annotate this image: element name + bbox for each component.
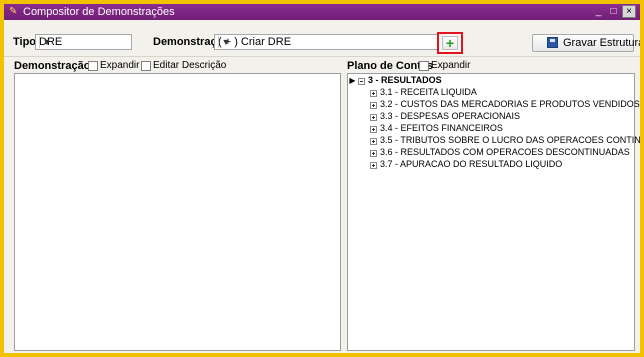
floppy-disk-icon: [547, 37, 558, 48]
tree-item[interactable]: 3.1 - RECEITA LIQUIDA: [348, 87, 634, 99]
tree-item-label: 3.1 - RECEITA LIQUIDA: [380, 87, 477, 97]
window-title: Compositor de Demonstrações: [23, 6, 175, 18]
maximize-button[interactable]: □: [607, 5, 620, 18]
add-button-highlight: +: [437, 32, 463, 54]
tree-root-label: 3 - RESULTADOS: [368, 75, 442, 85]
tree-item-label: 3.3 - DESPESAS OPERACIONAIS: [380, 111, 521, 121]
collapse-icon[interactable]: [358, 78, 365, 85]
tree-item-label: 3.6 - RESULTADOS COM OPERACOES DESCONTIN…: [380, 147, 630, 157]
tree-item[interactable]: 3.4 - EFEITOS FINANCEIROS: [348, 123, 634, 135]
expand-label-left: Expandir: [100, 60, 140, 71]
tree-item-label: 3.7 - APURACAO DO RESULTADO LIQUIDO: [380, 159, 563, 169]
window-controls: _ □ ×: [592, 5, 636, 18]
tipo-select[interactable]: DRE ▼: [35, 34, 132, 50]
tree-item[interactable]: 3.5 - TRIBUTOS SOBRE O LUCRO DAS OPERACO…: [348, 135, 640, 147]
expand-label-right: Expandir: [431, 60, 471, 71]
expand-checkbox-right[interactable]: [419, 61, 429, 71]
left-panel-title: Demonstração: [14, 60, 91, 72]
tree-item[interactable]: 3.7 - APURACAO DO RESULTADO LIQUIDO: [348, 159, 634, 171]
tree-item[interactable]: 3.6 - RESULTADOS COM OPERACOES DESCONTIN…: [348, 147, 634, 159]
expand-icon[interactable]: [370, 138, 377, 145]
tree-item[interactable]: 3.3 - DESPESAS OPERACIONAIS: [348, 111, 634, 123]
tree-root[interactable]: 3 - RESULTADOS: [348, 75, 634, 87]
edit-description-label: Editar Descrição: [153, 60, 227, 71]
tipo-label: Tipo: [13, 36, 37, 48]
toolbar: Tipo DRE ▼ Demonstração ( + ) Criar DRE …: [4, 20, 640, 57]
expand-checkbox-left[interactable]: [88, 61, 98, 71]
tree-item-label: 3.5 - TRIBUTOS SOBRE O LUCRO DAS OPERACO…: [380, 135, 640, 145]
expand-icon[interactable]: [370, 114, 377, 121]
add-button[interactable]: +: [442, 36, 458, 50]
app-icon: ✎: [9, 6, 18, 17]
edit-description-checkbox[interactable]: [141, 61, 151, 71]
app-window: ✎ Compositor de Demonstrações _ □ × Tipo…: [4, 4, 640, 353]
demonstracao-select[interactable]: ( + ) Criar DRE ▼: [214, 34, 438, 50]
save-structure-label: Gravar Estrutura: [563, 37, 640, 49]
expand-icon[interactable]: [370, 162, 377, 169]
expand-icon[interactable]: [370, 150, 377, 157]
minimize-button[interactable]: _: [592, 5, 605, 18]
expand-icon[interactable]: [370, 102, 377, 109]
tree-item-label: 3.2 - CUSTOS DAS MERCADORIAS E PRODUTOS …: [380, 99, 640, 109]
demonstracao-tree-pane[interactable]: [14, 73, 341, 351]
tree-item[interactable]: 3.2 - CUSTOS DAS MERCADORIAS E PRODUTOS …: [348, 99, 640, 111]
chevron-down-icon: ▼: [218, 36, 233, 48]
title-bar: ✎ Compositor de Demonstrações _ □ ×: [4, 4, 640, 20]
close-button[interactable]: ×: [622, 5, 636, 18]
window-frame: ✎ Compositor de Demonstrações _ □ × Tipo…: [0, 0, 644, 357]
right-panel-header: Plano de Contas Expandir: [347, 60, 635, 74]
left-panel-header: Demonstração Expandir Editar Descrição: [14, 60, 344, 74]
expand-icon[interactable]: [370, 90, 377, 97]
save-structure-button[interactable]: Gravar Estrutura: [532, 34, 640, 52]
plano-contas-tree-pane[interactable]: ▶ 3 - RESULTADOS 3.1 - RECEITA LIQUIDA 3…: [347, 73, 640, 351]
tree-item-label: 3.4 - EFEITOS FINANCEIROS: [380, 123, 503, 133]
chevron-down-icon: ▼: [39, 36, 54, 48]
expand-icon[interactable]: [370, 126, 377, 133]
